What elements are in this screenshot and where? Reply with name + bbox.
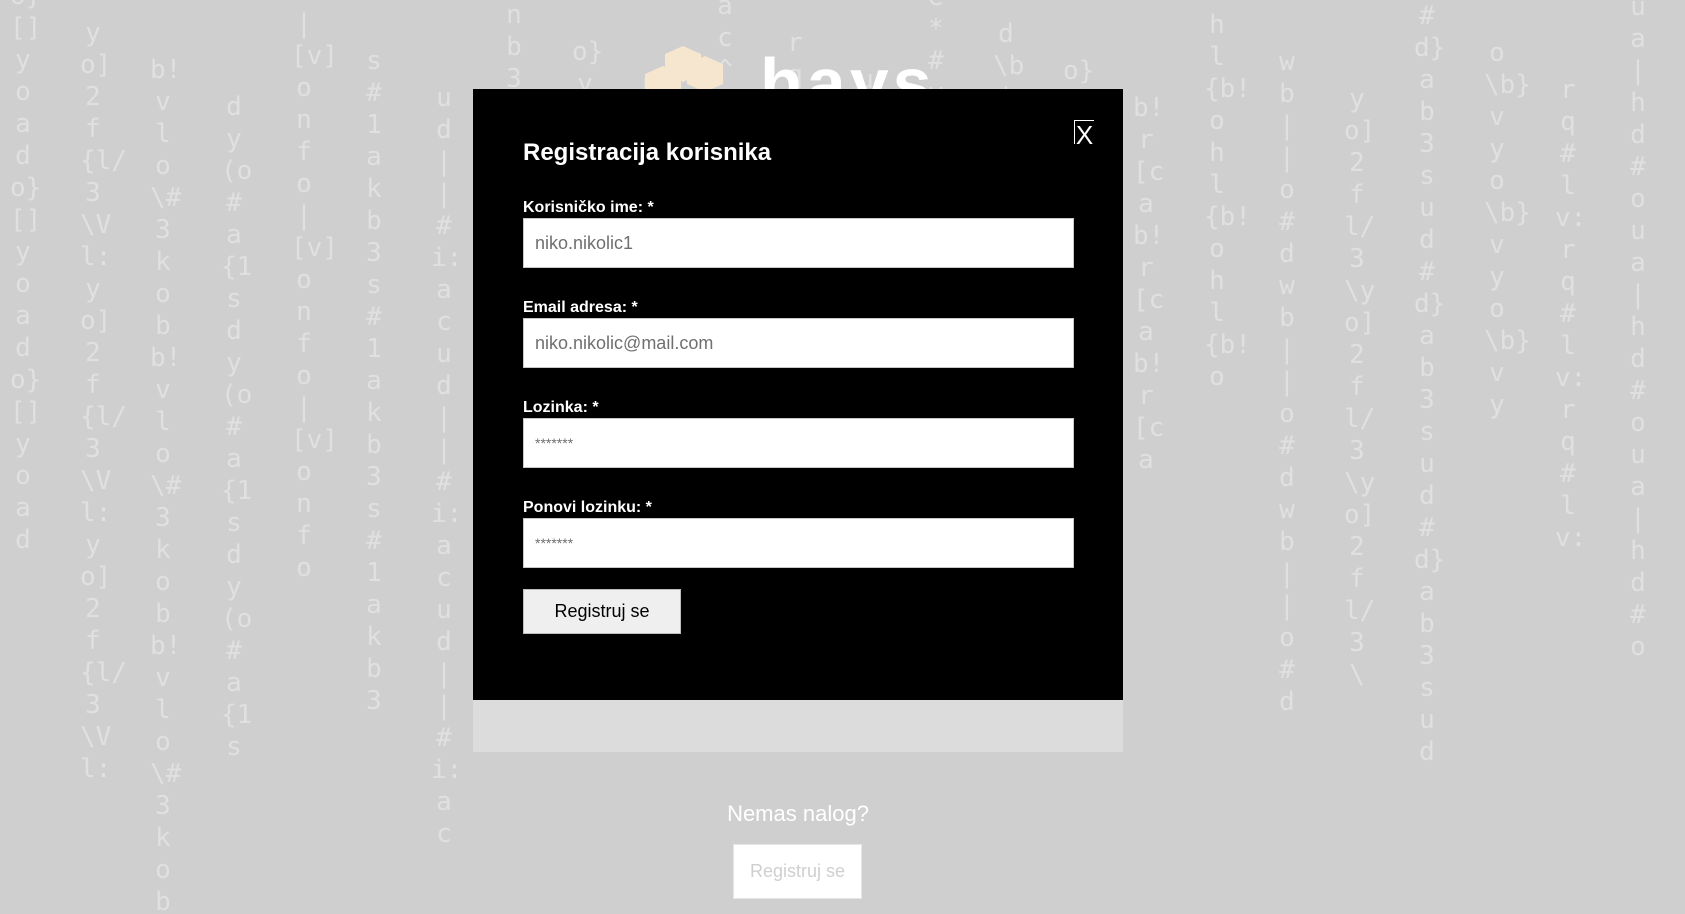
matrix-column: dy(o#a{1sdy(o#a{1sdy(o#a{1s: [221, 92, 253, 762]
page-register-button[interactable]: Registruj se: [733, 844, 862, 899]
no-account-text: Nemas nalog?: [727, 801, 869, 826]
login-panel: [473, 700, 1123, 752]
password-input[interactable]: *******: [523, 418, 1074, 468]
repeat-password-label: Ponovi lozinku: *: [523, 499, 652, 516]
matrix-column: yo]2f{l/3\Vl:yo]2f{l/3\Vl:yo]2f{l/3\Vl:: [80, 18, 127, 784]
email-input[interactable]: niko.nikolic@mail.com: [523, 318, 1074, 368]
matrix-column: yo]2fl/3\yo]2fl/3\yo]2fl/3\: [1344, 84, 1376, 690]
password-label: Lozinka: *: [523, 399, 599, 416]
matrix-column: ua|hd#oua|hd#oua|hd#o: [1630, 0, 1646, 662]
matrix-column: s#1akb3s#1akb3s#1akb3: [366, 46, 382, 716]
matrix-column: #d}ab3sud#d}ab3sud#d}ab3sud: [1414, 1, 1446, 767]
matrix-column: wb||o#dwb||o#dwb||o#d: [1279, 47, 1295, 717]
matrix-column: o\b}vyo\b}vyo\b}vy: [1484, 38, 1531, 420]
close-button[interactable]: X: [1074, 120, 1094, 148]
matrix-column: o}[]yoado}[]yoado}[]yoad: [10, 0, 42, 555]
registration-modal: X Registracija korisnika Korisničko ime:…: [473, 89, 1123, 700]
register-submit-button[interactable]: Registruj se: [523, 589, 681, 634]
matrix-column: rq#lv:rq#lv:rq#lv:: [1555, 75, 1587, 553]
matrix-column: b!vlo\#3kobb!vlo\#3kobb!vlo\#3kob: [150, 55, 182, 914]
modal-title: Registracija korisnika: [523, 139, 772, 166]
matrix-column: ud||#i:acud||#i:acud||#i:ac: [431, 83, 463, 849]
matrix-column: b!r[cab!r[cab!r[ca: [1133, 93, 1165, 475]
matrix-column: |[v]onfo|[v]onfo|[v]onfo: [291, 9, 338, 583]
email-label: Email adresa: *: [523, 299, 638, 316]
username-input[interactable]: niko.nikolic1: [523, 218, 1074, 268]
matrix-column: hl{b!ohl{b!ohl{b!o: [1204, 10, 1251, 392]
repeat-password-input[interactable]: *******: [523, 518, 1074, 568]
username-label: Korisničko ime: *: [523, 199, 654, 216]
